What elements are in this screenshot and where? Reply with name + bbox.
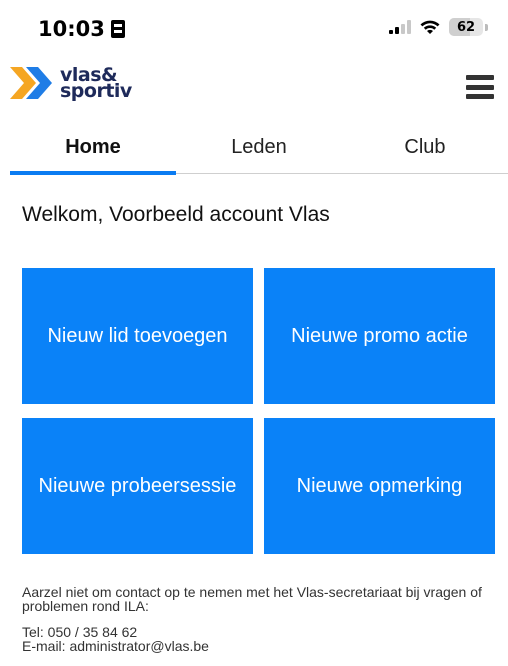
status-icons: 62 <box>389 17 488 37</box>
tab-club[interactable]: Club <box>342 126 508 173</box>
logo-line2: sportiv <box>60 80 132 102</box>
new-member-button[interactable]: Nieuw lid toevoegen <box>22 268 253 404</box>
tab-home-label: Home <box>65 136 121 158</box>
app-header: vlas& sportiv <box>0 55 508 115</box>
wifi-icon <box>420 20 440 34</box>
contact-message: Aarzel niet om contact op te nemen met h… <box>22 584 482 614</box>
status-time-group: 10:03 <box>38 17 125 41</box>
new-note-button[interactable]: Nieuwe opmerking <box>264 418 495 554</box>
contact-footer: Aarzel niet om contact op te nemen met h… <box>22 585 492 653</box>
hamburger-menu-icon[interactable] <box>466 75 494 99</box>
tab-leden-label: Leden <box>231 136 287 158</box>
battery-cap <box>485 23 488 31</box>
welcome-heading: Welkom, Voorbeeld account Vlas <box>22 203 330 226</box>
battery-level: 62 <box>456 19 476 35</box>
tab-leden[interactable]: Leden <box>176 126 342 173</box>
battery-icon: 62 <box>449 18 483 36</box>
contact-phone[interactable]: Tel: 050 / 35 84 62 <box>22 625 492 639</box>
focus-mode-icon <box>110 20 125 38</box>
tab-home[interactable]: Home <box>10 126 176 175</box>
menu-bar <box>466 75 494 80</box>
contact-details: Tel: 050 / 35 84 62 E-mail: administrato… <box>22 625 492 653</box>
new-promo-button[interactable]: Nieuwe promo actie <box>264 268 495 404</box>
status-bar: 10:03 62 <box>0 0 508 48</box>
contact-email[interactable]: E-mail: administrator@vlas.be <box>22 639 492 653</box>
tab-bar: Home Leden Club <box>10 126 508 175</box>
menu-bar <box>466 84 494 90</box>
signal-icon <box>389 20 411 34</box>
logo-chevrons-icon <box>10 67 52 99</box>
vlas-sportiv-logo[interactable]: vlas& sportiv <box>8 63 132 103</box>
clock-time: 10:03 <box>38 17 105 41</box>
menu-bar <box>466 94 494 99</box>
logo-text: vlas& sportiv <box>60 66 132 102</box>
tab-club-label: Club <box>404 136 446 158</box>
new-trial-session-button[interactable]: Nieuwe probeersessie <box>22 418 253 554</box>
